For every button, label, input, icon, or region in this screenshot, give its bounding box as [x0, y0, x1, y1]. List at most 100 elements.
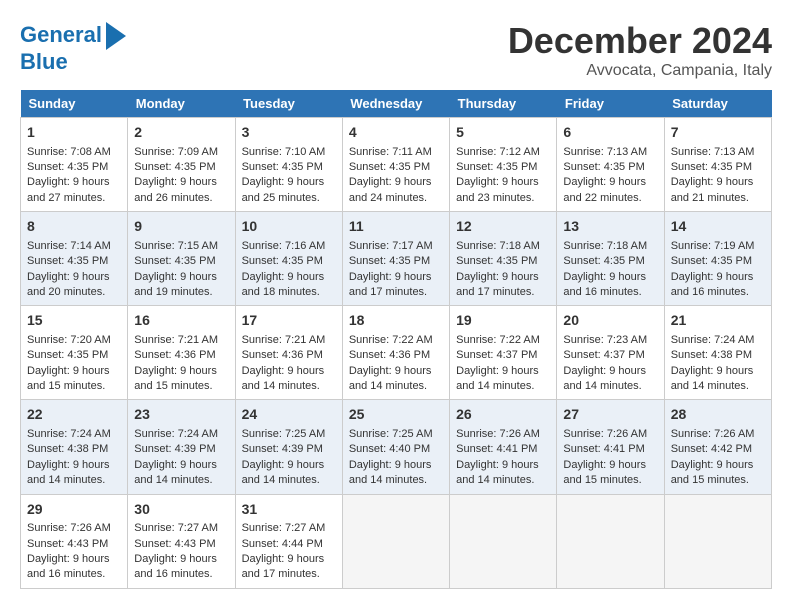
sunrise: Sunrise: 7:18 AM [563, 240, 647, 252]
header-tuesday: Tuesday [235, 90, 342, 118]
sunset: Sunset: 4:38 PM [27, 443, 108, 455]
daylight: Daylight: 9 hours and 23 minutes. [456, 176, 539, 203]
calendar-cell: 14Sunrise: 7:19 AMSunset: 4:35 PMDayligh… [664, 212, 771, 306]
sunset: Sunset: 4:36 PM [349, 349, 430, 361]
sunrise: Sunrise: 7:10 AM [242, 146, 326, 158]
calendar-cell: 10Sunrise: 7:16 AMSunset: 4:35 PMDayligh… [235, 212, 342, 306]
sunset: Sunset: 4:40 PM [349, 443, 430, 455]
daylight: Daylight: 9 hours and 14 minutes. [671, 365, 754, 392]
sunrise: Sunrise: 7:24 AM [27, 428, 111, 440]
sunset: Sunset: 4:41 PM [563, 443, 644, 455]
header-friday: Friday [557, 90, 664, 118]
logo-arrow-icon [106, 22, 126, 50]
calendar-cell: 23Sunrise: 7:24 AMSunset: 4:39 PMDayligh… [128, 400, 235, 494]
day-number: 16 [134, 311, 228, 331]
sunrise: Sunrise: 7:21 AM [242, 334, 326, 346]
sunset: Sunset: 4:35 PM [563, 255, 644, 267]
calendar-cell [557, 494, 664, 588]
daylight: Daylight: 9 hours and 15 minutes. [134, 365, 217, 392]
calendar-cell: 30Sunrise: 7:27 AMSunset: 4:43 PMDayligh… [128, 494, 235, 588]
logo-text: General [20, 23, 102, 47]
sunrise: Sunrise: 7:26 AM [563, 428, 647, 440]
calendar-cell: 2Sunrise: 7:09 AMSunset: 4:35 PMDaylight… [128, 118, 235, 212]
calendar-cell: 20Sunrise: 7:23 AMSunset: 4:37 PMDayligh… [557, 306, 664, 400]
calendar-cell: 6Sunrise: 7:13 AMSunset: 4:35 PMDaylight… [557, 118, 664, 212]
daylight: Daylight: 9 hours and 14 minutes. [242, 365, 325, 392]
calendar-cell [664, 494, 771, 588]
daylight: Daylight: 9 hours and 16 minutes. [671, 271, 754, 298]
calendar-body: 1Sunrise: 7:08 AMSunset: 4:35 PMDaylight… [21, 118, 772, 589]
sunset: Sunset: 4:35 PM [27, 255, 108, 267]
day-number: 15 [27, 311, 121, 331]
week-row-4: 22Sunrise: 7:24 AMSunset: 4:38 PMDayligh… [21, 400, 772, 494]
daylight: Daylight: 9 hours and 17 minutes. [456, 271, 539, 298]
day-number: 1 [27, 123, 121, 143]
sunset: Sunset: 4:39 PM [134, 443, 215, 455]
sunrise: Sunrise: 7:20 AM [27, 334, 111, 346]
daylight: Daylight: 9 hours and 20 minutes. [27, 271, 110, 298]
day-number: 25 [349, 405, 443, 425]
daylight: Daylight: 9 hours and 17 minutes. [242, 553, 325, 580]
day-number: 29 [27, 500, 121, 520]
calendar-cell: 29 Sunrise: 7:26 AM Sunset: 4:43 PM Dayligh… [21, 494, 128, 588]
week-row-5: 29 Sunrise: 7:26 AM Sunset: 4:43 PM Dayligh… [21, 494, 772, 588]
week-row-1: 1Sunrise: 7:08 AMSunset: 4:35 PMDaylight… [21, 118, 772, 212]
sunrise: Sunrise: 7:23 AM [563, 334, 647, 346]
calendar-cell: 17Sunrise: 7:21 AMSunset: 4:36 PMDayligh… [235, 306, 342, 400]
sunrise: Sunrise: 7:16 AM [242, 240, 326, 252]
sunset: Sunset: 4:37 PM [563, 349, 644, 361]
calendar-cell: 18Sunrise: 7:22 AMSunset: 4:36 PMDayligh… [342, 306, 449, 400]
day-number: 7 [671, 123, 765, 143]
sunset: Sunset: 4:39 PM [242, 443, 323, 455]
calendar-cell: 4Sunrise: 7:11 AMSunset: 4:35 PMDaylight… [342, 118, 449, 212]
day-number: 28 [671, 405, 765, 425]
daylight: Daylight: 9 hours and 14 minutes. [456, 365, 539, 392]
sunset: Sunset: 4:35 PM [349, 255, 430, 267]
day-number: 24 [242, 405, 336, 425]
daylight: Daylight: 9 hours and 22 minutes. [563, 176, 646, 203]
sunset: Sunset: 4:36 PM [242, 349, 323, 361]
daylight: Daylight: 9 hours and 19 minutes. [134, 271, 217, 298]
sunrise: Sunrise: 7:27 AM [134, 522, 218, 534]
sunset: Sunset: 4:44 PM [242, 538, 323, 550]
sunset: Sunset: 4:41 PM [456, 443, 537, 455]
header-thursday: Thursday [450, 90, 557, 118]
daylight: Daylight: 9 hours and 24 minutes. [349, 176, 432, 203]
daylight: Daylight: 9 hours and 14 minutes. [456, 459, 539, 486]
calendar-cell [342, 494, 449, 588]
daylight: Daylight: 9 hours and 27 minutes. [27, 176, 110, 203]
sunset: Sunset: 4:35 PM [349, 161, 430, 173]
sunset: Sunset: 4:43 PM [134, 538, 215, 550]
day-number: 5 [456, 123, 550, 143]
sunrise: Sunrise: 7:24 AM [671, 334, 755, 346]
sunrise: Sunrise: 7:25 AM [349, 428, 433, 440]
calendar-cell [450, 494, 557, 588]
sunset: Sunset: 4:35 PM [563, 161, 644, 173]
sunset: Sunset: 4:43 PM [27, 538, 108, 550]
sunset: Sunset: 4:37 PM [456, 349, 537, 361]
calendar-cell: 27Sunrise: 7:26 AMSunset: 4:41 PMDayligh… [557, 400, 664, 494]
calendar-cell: 16Sunrise: 7:21 AMSunset: 4:36 PMDayligh… [128, 306, 235, 400]
daylight: Daylight: 9 hours and 14 minutes. [27, 459, 110, 486]
daylight: Daylight: 9 hours and 16 minutes. [27, 553, 110, 580]
calendar-cell: 5Sunrise: 7:12 AMSunset: 4:35 PMDaylight… [450, 118, 557, 212]
daylight: Daylight: 9 hours and 14 minutes. [349, 459, 432, 486]
sunrise: Sunrise: 7:26 AM [456, 428, 540, 440]
sunset: Sunset: 4:35 PM [456, 255, 537, 267]
calendar-cell: 24Sunrise: 7:25 AMSunset: 4:39 PMDayligh… [235, 400, 342, 494]
sunrise: Sunrise: 7:22 AM [456, 334, 540, 346]
sunrise: Sunrise: 7:15 AM [134, 240, 218, 252]
daylight: Daylight: 9 hours and 26 minutes. [134, 176, 217, 203]
day-number: 20 [563, 311, 657, 331]
sunset: Sunset: 4:36 PM [134, 349, 215, 361]
sunrise: Sunrise: 7:26 AM [27, 522, 111, 534]
sunrise: Sunrise: 7:17 AM [349, 240, 433, 252]
daylight: Daylight: 9 hours and 21 minutes. [671, 176, 754, 203]
calendar-cell: 3Sunrise: 7:10 AMSunset: 4:35 PMDaylight… [235, 118, 342, 212]
daylight: Daylight: 9 hours and 25 minutes. [242, 176, 325, 203]
week-row-2: 8Sunrise: 7:14 AMSunset: 4:35 PMDaylight… [21, 212, 772, 306]
week-row-3: 15Sunrise: 7:20 AMSunset: 4:35 PMDayligh… [21, 306, 772, 400]
daylight: Daylight: 9 hours and 14 minutes. [134, 459, 217, 486]
daylight: Daylight: 9 hours and 14 minutes. [242, 459, 325, 486]
day-number: 11 [349, 217, 443, 237]
